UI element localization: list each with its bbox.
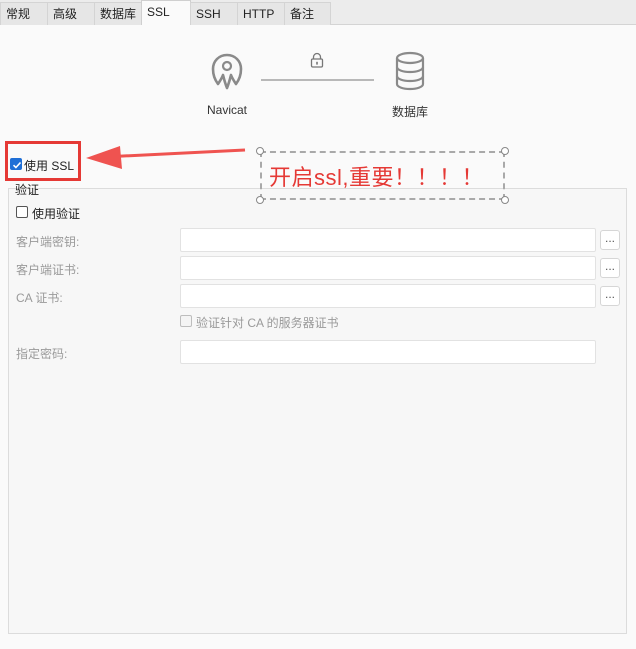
server-label: 数据库 — [391, 105, 428, 119]
verify-ca-checkbox[interactable] — [180, 315, 192, 327]
tab-notes[interactable]: 备注 — [284, 2, 331, 25]
resize-handle[interactable] — [256, 196, 264, 204]
client-key-browse-button[interactable]: ... — [600, 230, 620, 250]
verify-ca-label: 验证针对 CA 的服务器证书 — [196, 316, 339, 330]
navicat-logo-icon — [211, 53, 243, 90]
tab-bar: 常规 高级 数据库 SSL SSH HTTP 备注 — [0, 0, 636, 26]
tab-http[interactable]: HTTP — [237, 2, 285, 25]
client-cert-field[interactable] — [180, 256, 596, 280]
ca-cert-browse-button[interactable]: ... — [600, 286, 620, 306]
annotation-text: 开启ssl,重要！！！！ — [269, 165, 485, 190]
resize-handle[interactable] — [256, 147, 264, 155]
lock-icon — [310, 52, 324, 68]
tab-advanced[interactable]: 高级 — [47, 2, 95, 25]
ca-cert-label: CA 证书: — [16, 291, 63, 305]
use-auth-checkbox[interactable] — [16, 206, 28, 218]
specified-cipher-field[interactable] — [180, 340, 596, 364]
arrow-icon — [86, 146, 246, 169]
use-auth-label: 使用验证 — [32, 207, 81, 221]
client-key-label: 客户端密钥: — [16, 235, 80, 249]
client-key-field[interactable] — [180, 228, 596, 252]
database-icon — [395, 51, 425, 91]
ca-cert-field[interactable] — [180, 284, 596, 308]
specified-cipher-label: 指定密码: — [16, 347, 68, 361]
auth-group — [8, 188, 627, 634]
tab-ssl[interactable]: SSL — [141, 0, 191, 26]
highlight-box — [5, 141, 81, 181]
client-cert-browse-button[interactable]: ... — [600, 258, 620, 278]
connection-line — [261, 79, 374, 81]
tab-ssh[interactable]: SSH — [190, 2, 238, 25]
client-cert-label: 客户端证书: — [16, 263, 80, 277]
tab-general[interactable]: 常规 — [0, 2, 48, 25]
client-label: Navicat — [206, 103, 247, 117]
auth-group-title: 验证 — [15, 183, 40, 197]
resize-handle[interactable] — [501, 196, 509, 204]
resize-handle[interactable] — [501, 147, 509, 155]
tab-database[interactable]: 数据库 — [94, 2, 142, 25]
